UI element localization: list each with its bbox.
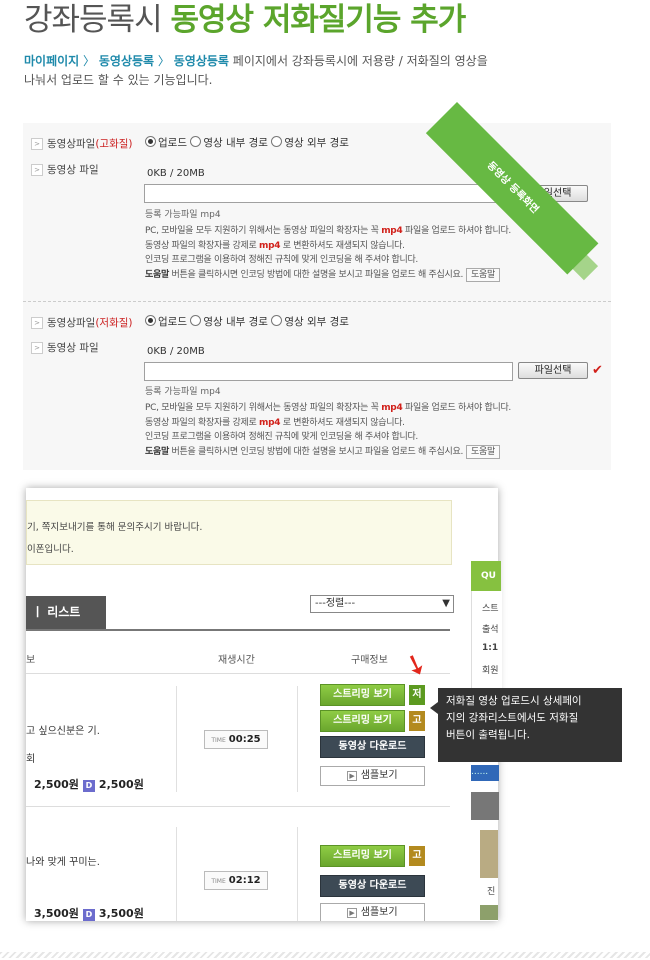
allowed-file-types: 등록 가능파일 mp4 — [145, 387, 221, 397]
check-icon: ✔ — [592, 363, 603, 378]
play-icon: ▶ — [347, 771, 357, 781]
table-row: 고 싶으신분은 기. 회 2,500원 D 2,500원 TIME 00:25 스트리… — [26, 674, 450, 807]
lecture-list-tab[interactable]: ㅣ 리스트 — [26, 596, 106, 629]
play-time: TIME 00:25 — [204, 730, 268, 749]
side-menu: 스트 출석 1:1 회원 — [471, 591, 502, 689]
radio-external-path[interactable] — [271, 315, 283, 326]
bullet-arrow-icon: > — [31, 317, 43, 329]
download-button[interactable]: 동영상 다운로드 — [320, 875, 425, 897]
file-path-input[interactable] — [144, 184, 513, 203]
radio-upload[interactable] — [145, 136, 156, 147]
page-title: 강좌등록시 동영상 저화질기능 추가 — [24, 0, 466, 40]
price-info: 2,500원 D 2,500원 — [34, 778, 144, 792]
bullet-arrow-icon: > — [31, 164, 43, 176]
low-quality-tag: 저 — [409, 685, 425, 705]
bullet-arrow-icon: > — [31, 342, 43, 354]
video-file-label: > 동영상 파일 — [31, 340, 99, 355]
upload-notes: PC, 모바일을 모두 지원하기 위해서는 동영상 파일의 확장자는 꼭 mp4… — [145, 403, 511, 459]
d-badge-icon: D — [82, 909, 95, 921]
chevron-down-icon: ▼ — [442, 598, 450, 609]
video-block-low: > 동영상파일(저화질) 업로드 영상 내부 경로 영상 외부 경로 > 동영상 파… — [23, 302, 611, 470]
info-box: 기, 쪽지보내기를 통해 문의주시기 바랍니다. 이폰입니다. — [26, 500, 452, 565]
table-row: 나와 맞게 꾸미는. 3,500원 D 3,500원 TIME 02:12 스트리밍 … — [26, 815, 450, 921]
breadcrumb-mypage: 마이페이지 — [24, 54, 80, 68]
breadcrumb-video-register: 동영상등록 — [173, 54, 229, 68]
bullet-arrow-icon: > — [31, 138, 43, 150]
radio-external-path[interactable] — [271, 136, 283, 147]
table-header: 보 재생시간 구매정보 — [26, 631, 450, 674]
file-path-input[interactable] — [144, 362, 513, 381]
help-button[interactable]: 도움말 — [466, 267, 500, 282]
play-time: TIME 02:12 — [204, 871, 268, 890]
high-quality-tag: 고 — [409, 846, 425, 866]
video-file-type-label: > 동영상파일(고화질) — [31, 136, 133, 151]
radio-internal-path[interactable] — [190, 136, 202, 147]
side-qu-header: QU — [471, 561, 501, 591]
title-prefix: 강좌등록시 — [24, 2, 163, 38]
radio-internal-path[interactable] — [190, 315, 202, 326]
breadcrumb-video: 동영상등록 — [98, 54, 155, 68]
detail-page-screenshot: 기, 쪽지보내기를 통해 문의주시기 바랍니다. 이폰입니다. ---정렬---… — [26, 488, 498, 921]
annotation-tooltip: 저화질 영상 업로드시 상세페이 지의 강좌리스트에서도 저화질 버튼이 출력됩… — [430, 688, 622, 762]
sample-button[interactable]: ▶ 샘플보기 — [320, 766, 425, 786]
high-quality-tag: 고 — [409, 711, 425, 731]
side-thumbnail — [480, 830, 498, 878]
file-select-button[interactable]: 파일선택 — [518, 362, 588, 379]
file-size-indicator: 0KB / 20MB — [147, 168, 205, 179]
stream-high-button[interactable]: 스트리밍 보기 — [320, 845, 405, 867]
download-button[interactable]: 동영상 다운로드 — [320, 736, 425, 758]
play-icon: ▶ — [347, 908, 357, 918]
bottom-divider — [0, 952, 650, 958]
allowed-file-types: 등록 가능파일 mp4 — [145, 210, 221, 220]
stream-high-button[interactable]: 스트리밍 보기 — [320, 710, 405, 732]
help-button[interactable]: 도움말 — [466, 444, 500, 459]
source-radio-group: 업로드 영상 내부 경로 영상 외부 경로 — [145, 135, 349, 150]
side-blue-bar: ...... — [471, 765, 499, 781]
title-highlight: 동영상 저화질기능 추가 — [170, 2, 466, 38]
stream-low-button[interactable]: 스트리밍 보기 — [320, 684, 405, 706]
sample-button[interactable]: ▶ 샘플보기 — [320, 903, 425, 921]
source-radio-group: 업로드 영상 내부 경로 영상 외부 경로 — [145, 314, 349, 329]
side-thumbnail — [480, 905, 498, 920]
side-gray-block — [471, 792, 499, 820]
video-file-type-label: > 동영상파일(저화질) — [31, 315, 133, 330]
description: 마이페이지 〉 동영상등록 〉 동영상등록 페이지에서 강좌등록시에 저용량 /… — [24, 54, 488, 87]
price-info: 3,500원 D 3,500원 — [34, 907, 144, 921]
radio-upload[interactable] — [145, 315, 156, 326]
d-badge-icon: D — [82, 780, 95, 792]
file-size-indicator: 0KB / 20MB — [147, 346, 205, 357]
video-file-label: > 동영상 파일 — [31, 162, 99, 177]
sort-select[interactable]: ---정렬--- ▼ — [310, 595, 454, 613]
